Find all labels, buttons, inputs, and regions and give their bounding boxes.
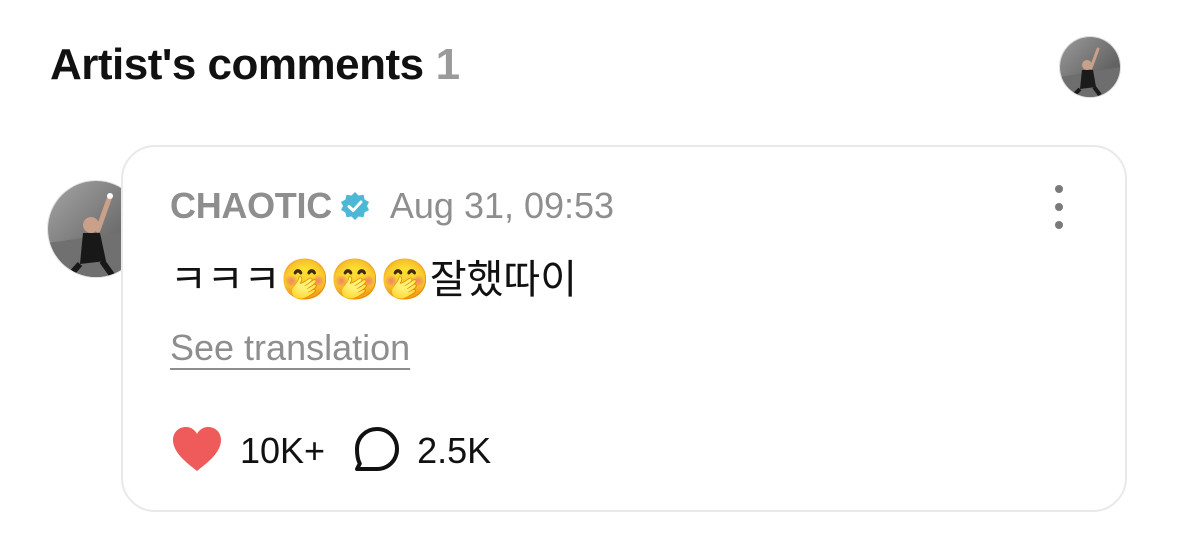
section-header: Artist's comments 1 xyxy=(50,36,1130,100)
more-dot xyxy=(1055,203,1063,211)
reply-count: 2.5K xyxy=(417,430,492,471)
reply-button[interactable]: 2.5K xyxy=(353,425,491,478)
artist-avatar-image xyxy=(1060,37,1120,97)
more-options-button[interactable] xyxy=(1041,185,1077,229)
speech-bubble-icon xyxy=(353,425,401,478)
comment-meta: CHAOTIC Aug 31, 09:53 xyxy=(170,183,614,229)
like-count: 10K+ xyxy=(240,430,326,471)
section-title: Artist's comments 1 xyxy=(50,40,460,90)
more-vertical-icon xyxy=(1055,185,1063,193)
verified-badge-icon xyxy=(340,191,370,221)
comment-actions: 10K+ 2.5K xyxy=(170,423,491,479)
like-button[interactable]: 10K+ xyxy=(170,425,325,478)
heart-icon xyxy=(170,425,224,478)
section-title-label: Artist's comments xyxy=(50,40,424,89)
comment-card: CHAOTIC Aug 31, 09:53 ㅋㅋㅋ🤭🤭🤭잘했따이 See tra… xyxy=(121,145,1127,512)
comment-count: 1 xyxy=(435,40,460,89)
more-dot xyxy=(1055,221,1063,229)
see-translation-link[interactable]: See translation xyxy=(170,327,410,369)
artist-avatar-button[interactable] xyxy=(1059,36,1121,98)
comment-text: ㅋㅋㅋ🤭🤭🤭잘했따이 xyxy=(170,257,578,303)
username[interactable]: CHAOTIC xyxy=(170,185,332,227)
comment-timestamp: Aug 31, 09:53 xyxy=(389,185,615,226)
